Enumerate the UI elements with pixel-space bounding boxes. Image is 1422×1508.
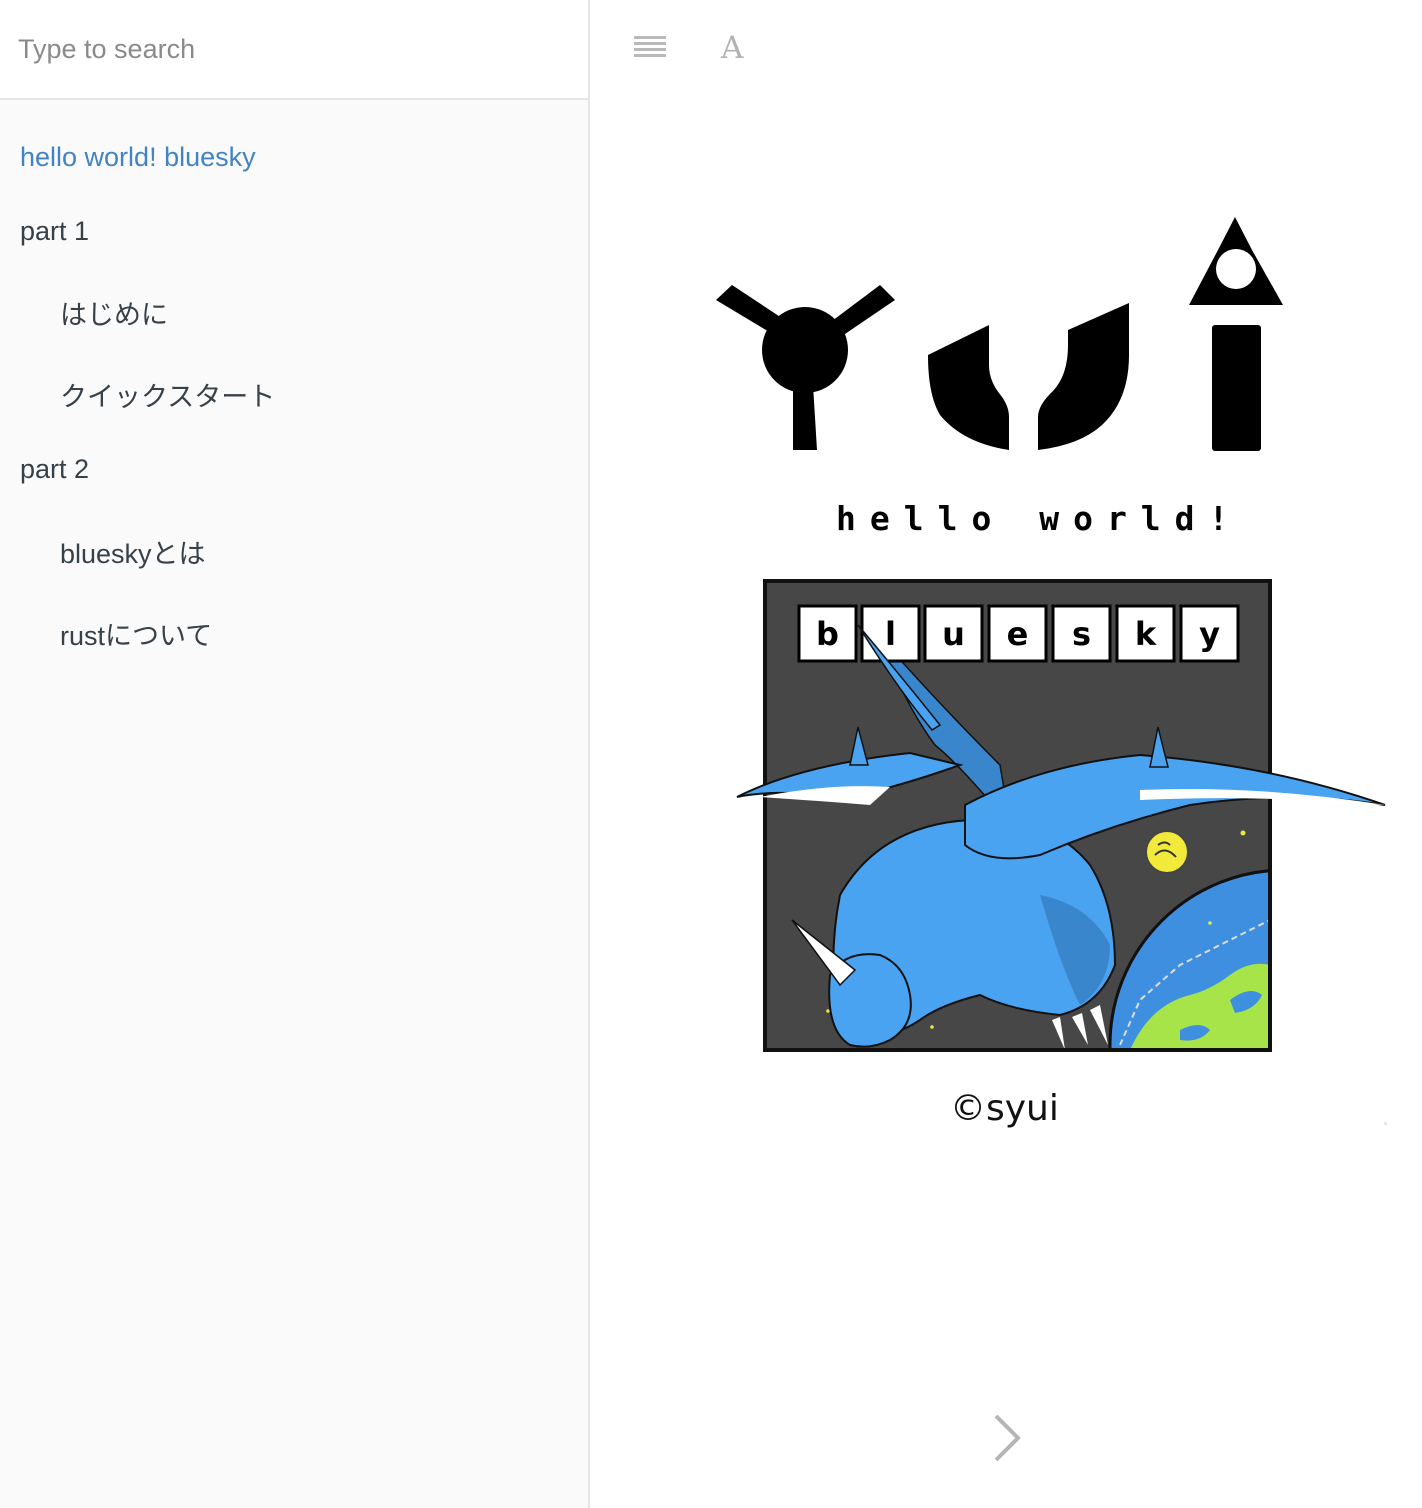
toc-item-intro[interactable]: hello world! bluesky <box>20 142 256 173</box>
svg-text:k: k <box>1135 615 1157 653</box>
toc-item-rust[interactable]: rustについて <box>60 614 212 653</box>
credit-author: syui <box>986 1088 1059 1129</box>
svg-text:s: s <box>1072 615 1091 653</box>
svg-text:y: y <box>1199 615 1220 653</box>
svg-text:l: l <box>885 615 896 653</box>
toc-item-bluesky-towa[interactable]: blueskyとは <box>60 532 206 571</box>
toc-item-part-1[interactable]: part 1 <box>20 216 89 247</box>
book-cover-image: hello world! b l u e s k y <box>716 217 1386 1052</box>
toc-item-quickstart[interactable]: クイックスタート <box>60 375 275 414</box>
svg-text:b: b <box>816 615 839 653</box>
hamburger-menu-icon[interactable] <box>634 36 666 60</box>
chevron-right-icon[interactable] <box>988 1410 1028 1466</box>
search-input[interactable] <box>0 0 588 98</box>
svg-text:u: u <box>942 615 965 653</box>
book-body: A hello world! b l u e s k y ©syui <box>590 0 1422 1508</box>
search-box <box>0 0 588 100</box>
book-summary-sidebar: hello world! bluesky part 1 はじめに クイックスター… <box>0 0 590 1508</box>
bluesky-illustration: b l u e s k y <box>736 579 1386 1052</box>
font-settings-icon[interactable]: A <box>721 28 761 68</box>
yui-logo <box>716 217 1283 451</box>
toc-item-hajimeni[interactable]: はじめに <box>60 293 168 332</box>
cover-tagline: hello world! <box>836 499 1242 538</box>
copyright-symbol: © <box>950 1088 986 1129</box>
cover-credit: ©syui <box>950 1088 1059 1129</box>
stray-dot <box>1384 1122 1387 1125</box>
toc-item-part-2[interactable]: part 2 <box>20 454 89 485</box>
svg-text:e: e <box>1007 615 1029 653</box>
